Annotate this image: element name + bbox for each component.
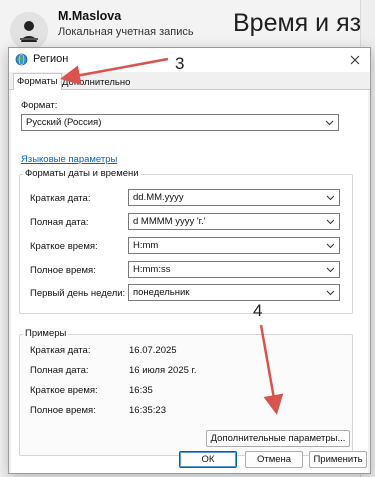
example-long-date-label: Полная дата: bbox=[30, 365, 89, 376]
tab-strip: Форматы Дополнительно bbox=[9, 72, 370, 91]
chevron-down-icon bbox=[326, 217, 335, 229]
long-time-label: Полное время: bbox=[30, 265, 96, 276]
tab-additional[interactable]: Дополнительно bbox=[59, 75, 133, 91]
short-time-value: H:mm bbox=[133, 240, 159, 251]
dialog-titlebar[interactable]: Регион bbox=[9, 48, 370, 72]
chevron-down-icon bbox=[326, 265, 335, 277]
chevron-down-icon bbox=[325, 118, 334, 130]
format-value: Русский (Россия) bbox=[26, 117, 102, 128]
ok-button[interactable]: ОК bbox=[179, 451, 237, 468]
example-long-time-label: Полное время: bbox=[30, 405, 96, 416]
example-short-date-label: Краткая дата: bbox=[30, 345, 91, 356]
cancel-button[interactable]: Отмена bbox=[245, 451, 303, 468]
long-date-label: Полная дата: bbox=[30, 217, 89, 228]
region-globe-icon bbox=[15, 53, 28, 71]
first-day-value: понедельник bbox=[133, 287, 190, 298]
close-icon bbox=[350, 55, 360, 65]
short-time-label: Краткое время: bbox=[30, 241, 98, 252]
annotation-step-3: 3 bbox=[175, 54, 185, 73]
user-name: M.Maslova bbox=[58, 9, 122, 23]
apply-button[interactable]: Применить bbox=[309, 451, 367, 468]
long-date-value: d MMMM yyyy 'г.' bbox=[133, 216, 206, 227]
date-time-formats-title: Форматы даты и времени bbox=[23, 168, 141, 179]
short-date-value: dd.MM.yyyy bbox=[133, 192, 184, 203]
long-time-select[interactable]: H:mm:ss bbox=[128, 261, 340, 278]
close-button[interactable] bbox=[340, 48, 370, 72]
chevron-down-icon bbox=[326, 241, 335, 253]
example-short-time-label: Краткое время: bbox=[30, 385, 98, 396]
short-time-select[interactable]: H:mm bbox=[128, 237, 340, 254]
formats-panel: Формат: Русский (Россия) Языковые параме… bbox=[11, 90, 368, 473]
example-short-date-value: 16.07.2025 bbox=[129, 345, 177, 356]
additional-settings-button[interactable]: Дополнительные параметры... bbox=[206, 430, 350, 447]
first-day-label: Первый день недели: bbox=[30, 288, 126, 299]
example-long-time-value: 16:35:23 bbox=[129, 405, 166, 416]
annotation-step-4: 4 bbox=[253, 301, 263, 320]
example-short-time-value: 16:35 bbox=[129, 385, 153, 396]
examples-title: Примеры bbox=[23, 328, 69, 339]
page-title: Время и язык bbox=[233, 9, 375, 37]
tab-formats[interactable]: Форматы bbox=[13, 73, 62, 91]
short-date-label: Краткая дата: bbox=[30, 193, 91, 204]
format-select[interactable]: Русский (Россия) bbox=[21, 114, 339, 131]
language-settings-link[interactable]: Языковые параметры bbox=[21, 154, 117, 165]
chevron-down-icon bbox=[326, 193, 335, 205]
avatar bbox=[10, 12, 48, 50]
first-day-select[interactable]: понедельник bbox=[128, 284, 340, 301]
long-time-value: H:mm:ss bbox=[133, 264, 171, 275]
short-date-select[interactable]: dd.MM.yyyy bbox=[128, 189, 340, 206]
account-type: Локальная учетная запись bbox=[58, 26, 194, 38]
format-label: Формат: bbox=[21, 100, 58, 111]
example-long-date-value: 16 июля 2025 г. bbox=[129, 365, 197, 376]
dialog-title: Регион bbox=[33, 53, 69, 65]
long-date-select[interactable]: d MMMM yyyy 'г.' bbox=[128, 213, 340, 230]
region-dialog: Регион Форматы Дополнительно Формат: Рус… bbox=[8, 47, 371, 474]
chevron-down-icon bbox=[326, 288, 335, 300]
